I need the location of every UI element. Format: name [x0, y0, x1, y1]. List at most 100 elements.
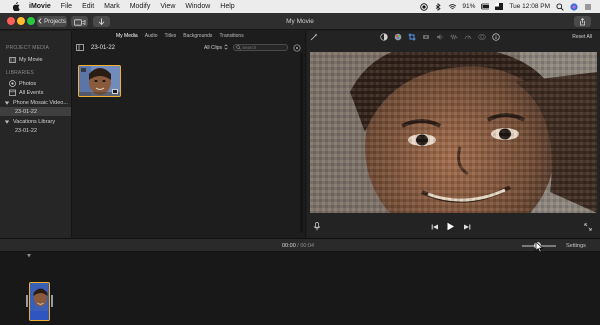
trim-handle-left[interactable]: [26, 295, 28, 307]
browser-scrollbar[interactable]: [300, 53, 303, 233]
timeline-toolbar: 00:00 / 00:04 Settings: [0, 238, 600, 252]
clip-badge-icon: [112, 89, 118, 94]
menu-help[interactable]: Help: [220, 0, 234, 13]
sidebar-item-label: Phone Mosaic Video...: [13, 99, 68, 106]
stabilization-icon[interactable]: [422, 33, 430, 41]
apple-icon[interactable]: [12, 2, 21, 11]
event-title: 23-01-22: [91, 44, 116, 51]
noise-reduction-icon[interactable]: [450, 33, 458, 41]
reset-all-button[interactable]: Reset All: [572, 31, 592, 43]
clip-filter-select[interactable]: All Clips: [204, 43, 228, 52]
title-toolbar: Projects My Movie: [0, 13, 600, 30]
menu-view[interactable]: View: [160, 0, 175, 13]
battery-percent: 91%: [462, 3, 476, 10]
events-icon: [9, 89, 16, 96]
fullscreen-icon[interactable]: [583, 222, 592, 231]
timecode-display: 00:00 / 00:04: [282, 239, 314, 253]
timeline[interactable]: [0, 252, 600, 325]
wifi-icon[interactable]: [448, 3, 457, 11]
projects-label: Projects: [44, 18, 66, 25]
timeline-settings-button[interactable]: Settings: [566, 239, 586, 253]
mosaic-portrait-image: [310, 52, 597, 213]
total-time: / 00:04: [297, 243, 315, 249]
sidebar-item-library-phone-mosaic[interactable]: Phone Mosaic Video...: [0, 98, 71, 107]
projects-button[interactable]: Projects: [37, 16, 67, 27]
video-preview[interactable]: [310, 52, 597, 213]
import-button[interactable]: [93, 16, 110, 27]
volume-icon[interactable]: [436, 33, 444, 41]
menu-edit[interactable]: Edit: [82, 0, 94, 13]
sidebar-item-my-movie[interactable]: My Movie: [0, 55, 71, 64]
sidebar-item-label: Photos: [19, 80, 37, 87]
sidebar-item-label: My Movie: [19, 56, 43, 63]
sidebar-item-label: 23-01-22: [15, 108, 38, 115]
project-media-heading: PROJECT MEDIA: [6, 45, 50, 51]
sidebar-item-photos[interactable]: Photos: [0, 79, 71, 88]
info-icon[interactable]: [492, 33, 500, 41]
trim-handle-right[interactable]: [51, 295, 53, 307]
media-browser: My Media Audio Titles Backgrounds Transi…: [72, 31, 306, 238]
bluetooth-icon[interactable]: [434, 2, 442, 11]
chevron-updown-icon: [224, 43, 228, 52]
tab-backgrounds[interactable]: Backgrounds: [183, 33, 212, 39]
clock[interactable]: Tue 12:08 PM: [509, 3, 550, 10]
sidebar-item-event-23-01-22[interactable]: 23-01-22: [0, 107, 71, 116]
share-button[interactable]: [574, 16, 591, 27]
speed-icon[interactable]: [464, 33, 472, 41]
menu-app-name[interactable]: iMovie: [29, 0, 51, 13]
siri-icon[interactable]: [570, 2, 578, 11]
menu-modify[interactable]: Modify: [130, 0, 151, 13]
sidebar-item-label: All Events: [19, 89, 44, 96]
playhead-marker-icon[interactable]: [27, 254, 31, 258]
sidebar-item-all-events[interactable]: All Events: [0, 88, 71, 97]
tab-titles[interactable]: Titles: [164, 33, 176, 39]
menu-file[interactable]: File: [61, 0, 72, 13]
menu-mark[interactable]: Mark: [104, 0, 120, 13]
sidebar-item-library-vacations[interactable]: Vacations Library: [0, 117, 71, 126]
film-strip-icon: [9, 56, 16, 63]
microphone-icon[interactable]: [312, 222, 321, 231]
tab-transitions[interactable]: Transitions: [219, 33, 243, 39]
menu-bar: iMovie File Edit Mark Modify View Window…: [0, 0, 600, 13]
imovie-window: iMovie File Edit Mark Modify View Window…: [0, 0, 600, 325]
minimize-window-button[interactable]: [17, 17, 25, 25]
tab-my-media[interactable]: My Media: [116, 33, 138, 39]
disclosure-triangle-icon[interactable]: [3, 99, 10, 106]
spotlight-icon[interactable]: [556, 2, 564, 11]
search-input[interactable]: [242, 44, 286, 51]
menu-window[interactable]: Window: [185, 0, 210, 13]
transport-controls: [307, 217, 600, 235]
browser-settings-icon[interactable]: [293, 43, 301, 52]
film-icon: [73, 13, 86, 31]
adjustment-toolbar: Reset All: [307, 31, 600, 43]
play-button[interactable]: [446, 222, 455, 231]
clip-filter-label: All Clips: [204, 44, 223, 51]
media-import-button[interactable]: [71, 16, 88, 27]
search-field[interactable]: [233, 44, 288, 51]
timeline-clip[interactable]: [29, 282, 50, 321]
photos-icon: [9, 80, 16, 87]
record-icon[interactable]: [420, 2, 429, 11]
control-center-icon[interactable]: [584, 3, 592, 11]
zoom-window-button[interactable]: [27, 17, 35, 25]
color-balance-icon[interactable]: [380, 33, 388, 41]
flag-icon[interactable]: [495, 3, 504, 11]
color-correction-icon[interactable]: [394, 33, 402, 41]
close-window-button[interactable]: [7, 17, 15, 25]
sidebar-item-event-vacations-23-01-22[interactable]: 23-01-22: [0, 126, 71, 135]
battery-icon[interactable]: [481, 3, 490, 11]
skip-back-button[interactable]: [430, 222, 439, 231]
magic-wand-icon[interactable]: [310, 33, 318, 41]
share-icon: [579, 13, 586, 31]
sidebar-toggle-icon[interactable]: [76, 44, 84, 51]
current-time: 00:00: [282, 243, 296, 249]
project-title: My Movie: [286, 18, 314, 25]
tab-audio[interactable]: Audio: [145, 33, 158, 39]
arrow-down-icon: [98, 13, 105, 31]
skip-forward-button[interactable]: [462, 222, 471, 231]
clip-filter-icon[interactable]: [478, 33, 486, 41]
media-clip-thumbnail[interactable]: [78, 65, 121, 97]
libraries-sidebar: PROJECT MEDIA My Movie LIBRARIES Photos …: [0, 31, 72, 238]
crop-icon[interactable]: [408, 33, 416, 41]
disclosure-triangle-icon[interactable]: [3, 118, 10, 125]
